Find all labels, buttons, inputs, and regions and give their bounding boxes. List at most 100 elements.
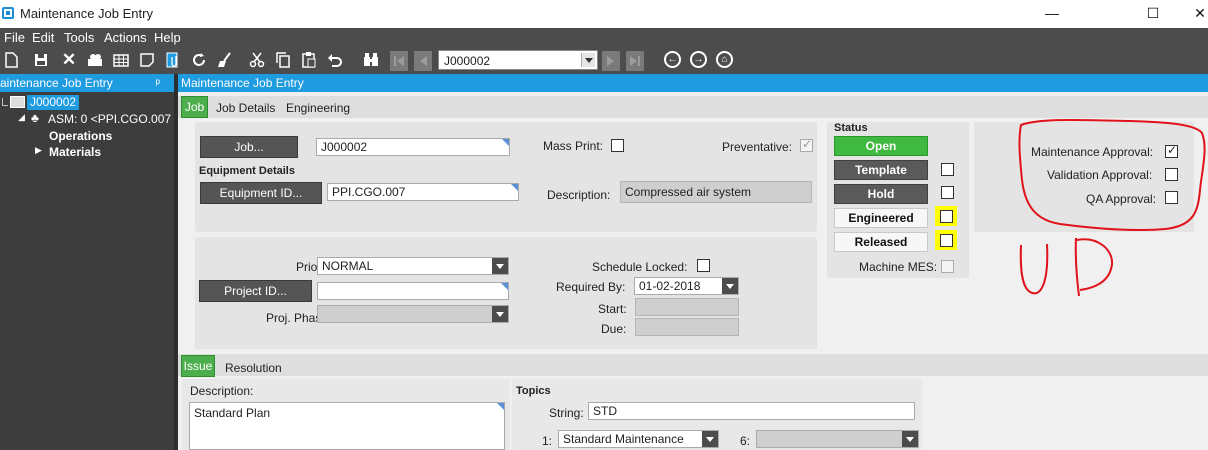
tree-node-materials[interactable]: Materials [49, 145, 101, 159]
attach-icon[interactable] [164, 51, 182, 69]
tree-panel-title: aintenance Job Entry [0, 76, 113, 90]
qa-approval-checkbox[interactable] [1165, 191, 1178, 204]
project-phase-combo [317, 305, 509, 323]
first-icon[interactable] [390, 51, 408, 71]
mass-print-checkbox[interactable] [611, 139, 624, 152]
find-icon[interactable] [86, 51, 104, 69]
chevron-down-icon[interactable] [581, 53, 595, 67]
forward-icon[interactable]: → [690, 51, 707, 68]
released-checkbox[interactable] [940, 234, 953, 247]
expand-icon[interactable]: ▶ [35, 145, 42, 156]
maximize-button[interactable]: ☐ [1143, 4, 1163, 22]
app-icon [2, 7, 14, 19]
tree-node-job[interactable]: J000002 [27, 95, 80, 110]
close-button[interactable]: ✕ [1190, 4, 1208, 22]
priority-value: NORMAL [322, 259, 374, 273]
description-label: Description: [547, 188, 611, 202]
grid-icon[interactable] [112, 51, 130, 69]
window-title: Maintenance Job Entry [20, 6, 153, 21]
status-released-button[interactable]: Released [834, 232, 928, 252]
job-field[interactable]: J000002 [316, 138, 510, 156]
topic1-label: 1: [542, 434, 553, 448]
next-icon[interactable] [602, 51, 620, 71]
save-icon[interactable] [32, 51, 50, 69]
collapse-icon[interactable]: ◢ [18, 112, 25, 123]
clear-icon[interactable] [216, 51, 234, 69]
project-id-field[interactable] [317, 282, 509, 300]
job-button[interactable]: Job... [200, 136, 298, 158]
chevron-down-icon[interactable] [722, 278, 738, 294]
schedule-locked-label: Schedule Locked: [592, 260, 688, 274]
priority-combo[interactable]: NORMAL [317, 257, 509, 275]
template-checkbox[interactable] [941, 163, 954, 176]
undo-icon[interactable] [326, 51, 344, 69]
delete-icon[interactable]: ✕ [60, 51, 78, 69]
refresh-icon[interactable] [190, 51, 208, 69]
menu-help[interactable]: Help [154, 30, 181, 45]
required-by-label: Required By: [556, 280, 626, 294]
note-icon[interactable] [138, 51, 156, 69]
project-id-button[interactable]: Project ID... [199, 280, 312, 302]
binoculars-icon[interactable] [362, 51, 380, 69]
topic6-label: 6: [740, 434, 751, 448]
equipment-details-heading: Equipment Details [199, 165, 295, 177]
tree-node-operations[interactable]: Operations [49, 129, 112, 143]
string-label: String: [549, 406, 584, 420]
folder-icon [10, 96, 25, 108]
assembly-icon: ♣ [31, 111, 39, 125]
new-icon[interactable] [2, 51, 20, 69]
tab-issue[interactable]: Issue [181, 355, 215, 377]
description-field: Compressed air system [620, 181, 812, 203]
menu-actions[interactable]: Actions [104, 30, 147, 45]
chevron-down-icon[interactable] [702, 431, 718, 447]
tab-resolution[interactable]: Resolution [225, 361, 282, 375]
issue-description-label: Description: [190, 384, 254, 398]
schedule-locked-checkbox[interactable] [697, 259, 710, 272]
tab-job-details[interactable]: Job Details [216, 101, 275, 115]
tree-node-asm[interactable]: ASM: 0 <PPI.CGO.007 [48, 112, 171, 126]
title-bar: Maintenance Job Entry — ☐ ✕ [0, 0, 1208, 28]
maintenance-approval-checkbox[interactable] [1165, 143, 1178, 158]
menu-tools[interactable]: Tools [64, 30, 94, 45]
menu-file[interactable]: File [4, 30, 25, 45]
status-hold-button[interactable]: Hold [834, 184, 928, 204]
main-panel: Maintenance Job Entry Job Job Details En… [178, 74, 1208, 450]
engineered-checkbox[interactable] [940, 210, 953, 223]
equipment-id-field[interactable]: PPI.CGO.007 [327, 183, 519, 201]
minimize-button[interactable]: — [1042, 4, 1062, 22]
job-navigation-combo[interactable]: J000002 [438, 50, 598, 70]
chevron-down-icon[interactable] [492, 258, 508, 274]
topics-heading: Topics [516, 385, 551, 397]
chevron-down-icon [492, 306, 508, 322]
tree-panel-header: aintenance Job Entry ᵖ [0, 74, 174, 92]
tab-job[interactable]: Job [181, 96, 208, 118]
due-field [635, 318, 739, 336]
issue-description-textarea[interactable]: Standard Plan [189, 402, 505, 450]
job-navigation-value: J000002 [444, 54, 491, 68]
hold-checkbox[interactable] [941, 186, 954, 199]
qa-approval-label: QA Approval: [1086, 192, 1157, 206]
home-icon[interactable]: ⌂ [716, 51, 733, 68]
copy-icon[interactable] [274, 51, 292, 69]
required-by-value: 01-02-2018 [639, 279, 701, 293]
menu-edit[interactable]: Edit [32, 30, 54, 45]
pin-icon[interactable]: ᵖ [155, 74, 160, 92]
last-icon[interactable] [626, 51, 644, 71]
equipment-id-button[interactable]: Equipment ID... [200, 182, 322, 204]
status-engineered-button[interactable]: Engineered [834, 208, 928, 228]
status-open-button[interactable]: Open [834, 136, 928, 156]
string-field[interactable]: STD [588, 402, 915, 420]
tab-engineering[interactable]: Engineering [286, 101, 350, 115]
toolbar: ✕ J000002 ← → ⌂ [0, 48, 800, 74]
tree-connector [2, 98, 8, 106]
paste-icon[interactable] [300, 51, 318, 69]
previous-icon[interactable] [414, 51, 432, 71]
validation-approval-label: Validation Approval: [1047, 168, 1153, 182]
cut-icon[interactable] [248, 51, 266, 69]
topic1-combo[interactable]: Standard Maintenance [558, 430, 719, 448]
back-icon[interactable]: ← [664, 51, 681, 68]
status-template-button[interactable]: Template [834, 160, 928, 180]
validation-approval-checkbox[interactable] [1165, 168, 1178, 181]
required-by-date[interactable]: 01-02-2018 [634, 277, 739, 295]
main-panel-header: Maintenance Job Entry [178, 74, 1208, 92]
